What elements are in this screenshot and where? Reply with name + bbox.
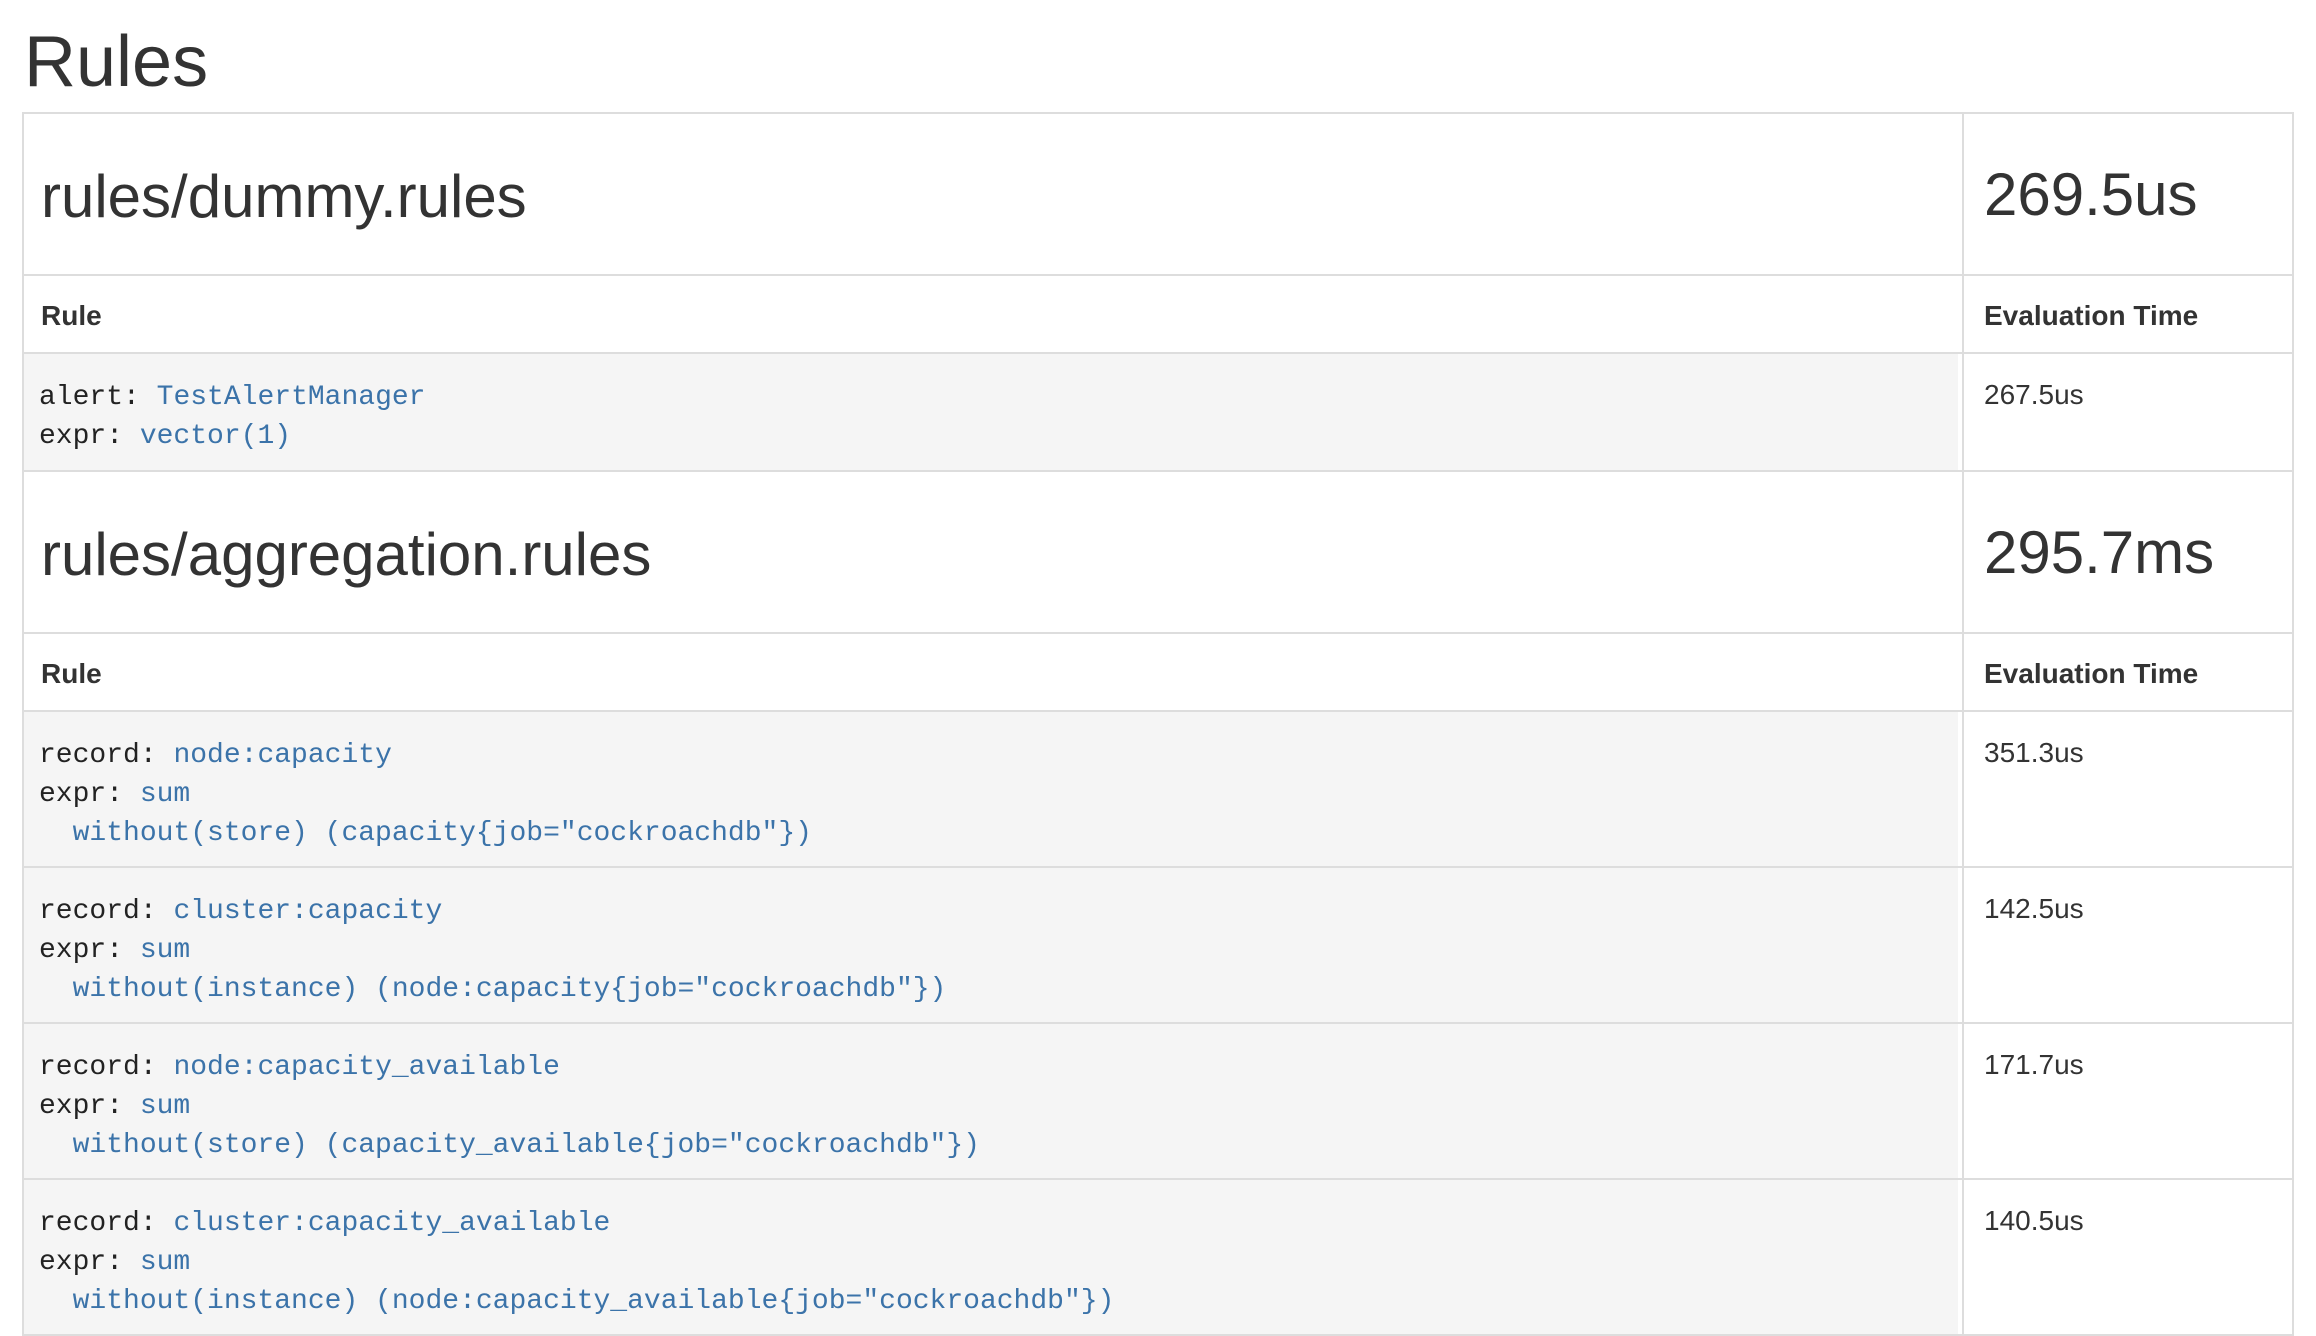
rule-expr-link[interactable]: sum without(store) (capacity{job="cockro…	[39, 779, 812, 849]
rule-keyword: record:	[39, 740, 157, 771]
expr-keyword: expr:	[39, 1091, 123, 1122]
rule-group-file-cell: rules/dummy.rules	[24, 114, 1962, 274]
rule-column-header: Rule	[24, 276, 1962, 352]
rule-definition-cell: alert: TestAlertManager expr: vector(1)	[24, 354, 1962, 470]
rule-group-file-cell: rules/aggregation.rules	[24, 472, 1962, 632]
rule-expr-link[interactable]: sum without(instance) (node:capacity_ava…	[39, 1247, 1114, 1317]
rule-keyword: record:	[39, 1208, 157, 1239]
rule-row: record: cluster:capacity_available expr:…	[24, 1180, 2292, 1336]
expr-keyword: expr:	[39, 935, 123, 966]
rule-group: rules/aggregation.rules 295.7ms Rule Eva…	[24, 472, 2292, 1336]
rules-table: rules/dummy.rules 269.5us Rule Evaluatio…	[22, 112, 2294, 1336]
rules-page: Rules rules/dummy.rules 269.5us Rule Eva…	[0, 0, 2316, 1336]
rule-group-file: rules/aggregation.rules	[41, 522, 1938, 588]
rule-name-link[interactable]: cluster:capacity_available	[173, 1208, 610, 1239]
rule-expr-link[interactable]: sum without(store) (capacity_available{j…	[39, 1091, 980, 1161]
rule-name-link[interactable]: cluster:capacity	[173, 896, 442, 927]
rule-group: rules/dummy.rules 269.5us Rule Evaluatio…	[24, 114, 2292, 472]
rule-row: record: node:capacity_available expr: su…	[24, 1024, 2292, 1180]
rule-group-evaluation-time: 295.7ms	[1962, 472, 2292, 632]
column-header-row: Rule Evaluation Time	[24, 276, 2292, 354]
rule-expr-link[interactable]: vector(1)	[140, 421, 291, 452]
rule-row: record: cluster:capacity expr: sum witho…	[24, 868, 2292, 1024]
rule-evaluation-time: 351.3us	[1962, 712, 2292, 866]
expr-keyword: expr:	[39, 779, 123, 810]
rule-row: alert: TestAlertManager expr: vector(1) …	[24, 354, 2292, 472]
rule-evaluation-time: 140.5us	[1962, 1180, 2292, 1334]
rule-group-file: rules/dummy.rules	[41, 164, 1938, 230]
rule-name-link[interactable]: TestAlertManager	[157, 382, 426, 413]
evaluation-time-column-header: Evaluation Time	[1962, 276, 2292, 352]
rule-keyword: alert:	[39, 382, 140, 413]
rule-keyword: record:	[39, 1052, 157, 1083]
rule-expr-link[interactable]: sum without(instance) (node:capacity{job…	[39, 935, 946, 1005]
rule-definition-cell: record: node:capacity_available expr: su…	[24, 1024, 1962, 1178]
rule-definition-cell: record: cluster:capacity_available expr:…	[24, 1180, 1962, 1334]
column-header-row: Rule Evaluation Time	[24, 634, 2292, 712]
rule-definition-cell: record: cluster:capacity expr: sum witho…	[24, 868, 1962, 1022]
rule-name-link[interactable]: node:capacity_available	[173, 1052, 559, 1083]
rule-evaluation-time: 267.5us	[1962, 354, 2292, 470]
rule-keyword: record:	[39, 896, 157, 927]
rule-definition: record: cluster:capacity_available expr:…	[39, 1204, 1938, 1321]
rule-definition-cell: record: node:capacity expr: sum without(…	[24, 712, 1962, 866]
expr-keyword: expr:	[39, 1247, 123, 1278]
expr-keyword: expr:	[39, 421, 123, 452]
rule-definition: record: cluster:capacity expr: sum witho…	[39, 892, 1938, 1009]
rule-evaluation-time: 171.7us	[1962, 1024, 2292, 1178]
page-title: Rules	[24, 24, 2294, 100]
rule-name-link[interactable]: node:capacity	[173, 740, 391, 771]
rule-column-header: Rule	[24, 634, 1962, 710]
rule-definition: alert: TestAlertManager expr: vector(1)	[39, 378, 1938, 456]
rule-evaluation-time: 142.5us	[1962, 868, 2292, 1022]
rule-definition: record: node:capacity_available expr: su…	[39, 1048, 1938, 1165]
rule-group-evaluation-time: 269.5us	[1962, 114, 2292, 274]
evaluation-time-column-header: Evaluation Time	[1962, 634, 2292, 710]
rule-definition: record: node:capacity expr: sum without(…	[39, 736, 1938, 853]
rule-group-header-row: rules/aggregation.rules 295.7ms	[24, 472, 2292, 634]
rule-row: record: node:capacity expr: sum without(…	[24, 712, 2292, 868]
rule-group-header-row: rules/dummy.rules 269.5us	[24, 114, 2292, 276]
